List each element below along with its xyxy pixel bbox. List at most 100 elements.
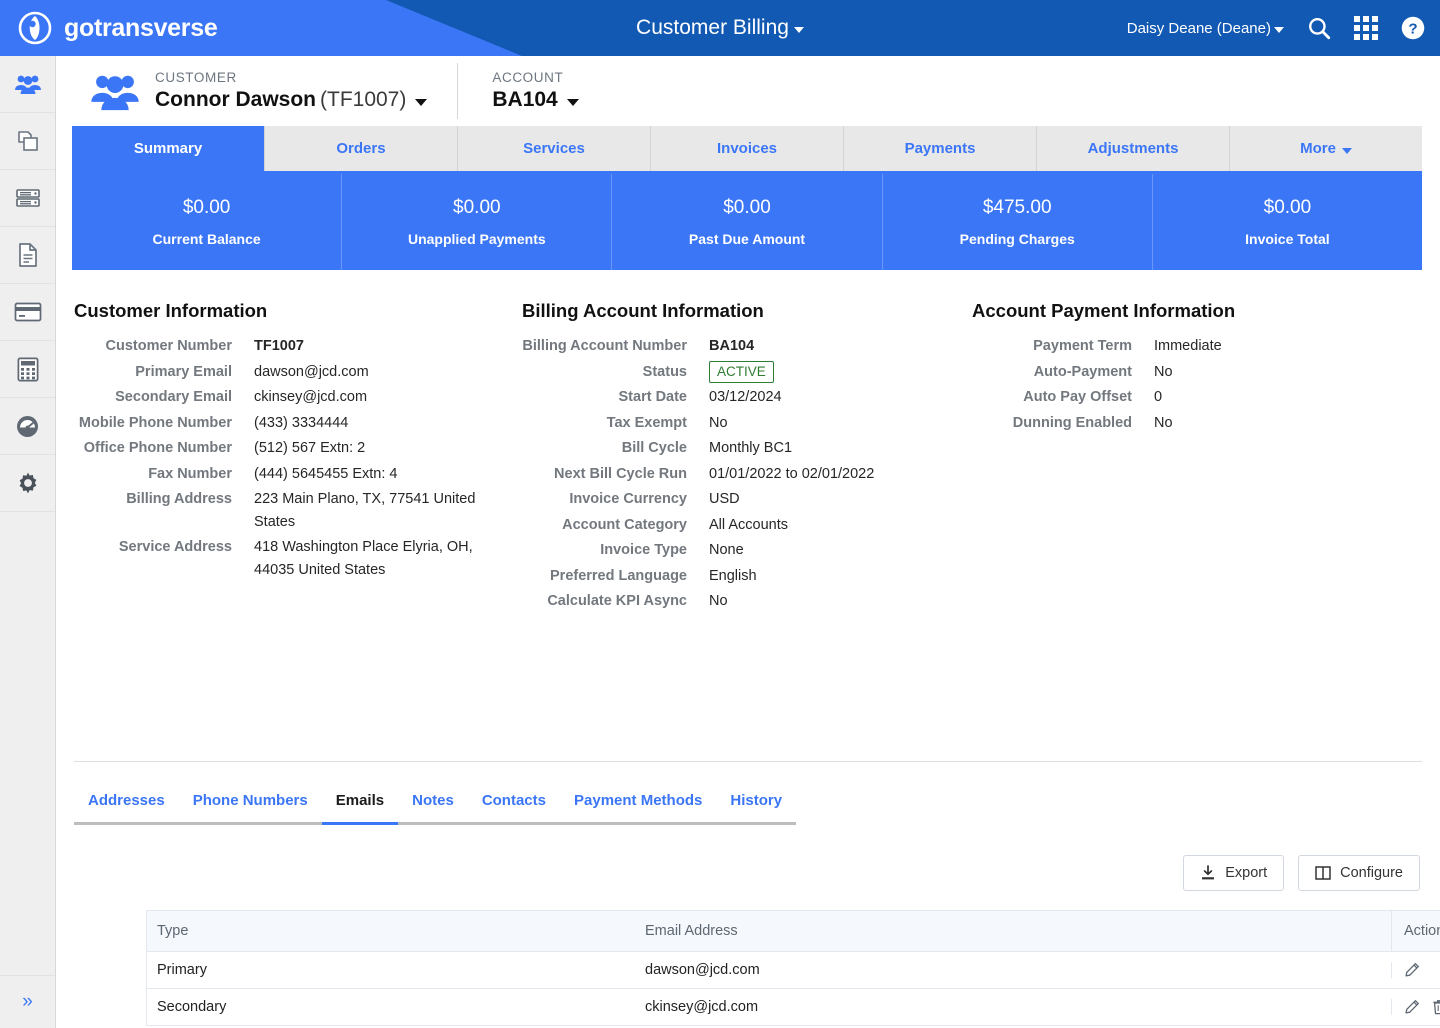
kpi-unapplied-payments: $0.00 Unapplied Payments <box>342 174 613 270</box>
cell-email: dawson@jcd.com <box>645 962 760 978</box>
app-title-text: Customer Billing <box>636 16 789 39</box>
server-stack-icon <box>15 189 40 207</box>
settings-gear-icon <box>19 472 36 494</box>
columns-icon <box>1315 866 1331 880</box>
info-value: 03/12/2024 <box>709 389 782 405</box>
info-row: Account Category All Accounts <box>522 514 972 537</box>
tab-invoices[interactable]: Invoices <box>651 126 844 171</box>
tab-payments[interactable]: Payments <box>844 126 1037 171</box>
circle-swoosh-logo <box>18 11 52 45</box>
tab-label: More <box>1300 140 1336 157</box>
search-icon[interactable] <box>1306 15 1332 41</box>
account-value-wrap[interactable]: BA104 <box>492 87 579 113</box>
customer-code: (TF1007) <box>320 88 407 111</box>
info-label: Billing Account Number <box>522 338 687 354</box>
info-row: Payment Term Immediate <box>972 335 1402 358</box>
info-value: ckinsey@jcd.com <box>254 389 368 405</box>
apps-grid-icon[interactable] <box>1354 16 1378 40</box>
subtab-payment-methods[interactable]: Payment Methods <box>560 782 717 825</box>
subtab-addresses[interactable]: Addresses <box>74 782 179 825</box>
sidebar-item-customers[interactable] <box>0 56 55 113</box>
configure-button[interactable]: Configure <box>1298 855 1420 891</box>
info-label: Auto-Payment <box>1033 363 1132 380</box>
info-label: Invoice Currency <box>569 491 687 507</box>
kpi-value: $0.00 <box>723 197 771 218</box>
user-menu[interactable]: Daisy Deane (Deane) <box>1127 20 1284 37</box>
cell-actions <box>1391 962 1440 978</box>
customers-icon <box>91 75 139 111</box>
info-value: (444) 5645455 Extn: 4 <box>254 465 398 482</box>
sidebar-item-documents[interactable] <box>0 113 55 170</box>
tab-adjustments[interactable]: Adjustments <box>1037 126 1230 171</box>
sidebar-expand-button[interactable]: » <box>0 975 55 1028</box>
info-row: Calculate KPI Async No <box>522 590 972 613</box>
top-header-bar: gotransverse Customer Billing Daisy Dean… <box>0 0 1440 56</box>
tab-label: Services <box>523 140 585 157</box>
edit-icon[interactable] <box>1404 962 1420 978</box>
delete-icon[interactable] <box>1432 999 1440 1015</box>
tab-services[interactable]: Services <box>458 126 651 171</box>
info-label: Secondary Email <box>115 389 232 405</box>
tab-label: Orders <box>336 140 386 157</box>
cell-type: Primary <box>157 962 207 978</box>
customer-value[interactable]: Connor Dawson (TF1007) <box>155 87 428 113</box>
sidebar-item-invoices[interactable] <box>0 227 55 284</box>
info-value: TF1007 <box>254 338 304 354</box>
kpi-value: $0.00 <box>1263 197 1312 218</box>
help-icon[interactable]: ? <box>1400 15 1426 41</box>
brand-logo-area[interactable]: gotransverse <box>18 0 218 56</box>
panel-title: Billing Account Information <box>522 300 764 321</box>
sidebar-item-payments[interactable] <box>0 284 55 341</box>
info-row: Primary Email dawson@jcd.com <box>74 361 522 384</box>
context-bar: CUSTOMER Connor Dawson (TF1007) ACCOUNT … <box>56 56 1440 126</box>
info-row: Bill Cycle Monthly BC1 <box>522 437 972 460</box>
sidebar-item-settings[interactable] <box>0 455 55 512</box>
info-row: Office Phone Number (512) 567 Extn: 2 <box>74 437 522 460</box>
panel-title: Account Payment Information <box>972 300 1236 321</box>
info-row: Dunning Enabled No <box>972 412 1402 435</box>
info-label: Fax Number <box>148 465 232 482</box>
chevron-down-icon <box>1341 147 1352 154</box>
subtab-phone-numbers[interactable]: Phone Numbers <box>178 782 322 825</box>
column-header-type: Type <box>157 923 189 939</box>
subtab-contacts[interactable]: Contacts <box>467 782 560 825</box>
export-label: Export <box>1225 865 1268 881</box>
subtab-label: Phone Numbers <box>192 792 308 809</box>
panel-title: Customer Information <box>74 300 268 321</box>
app-title-dropdown[interactable]: Customer Billing <box>636 16 804 40</box>
chevron-down-icon <box>415 98 428 106</box>
kpi-label: Unapplied Payments <box>407 231 546 247</box>
sidebar-item-calculator[interactable] <box>0 341 55 398</box>
subtab-label: History <box>730 792 783 809</box>
info-row: Auto-Payment No <box>972 361 1402 384</box>
subtab-label: Payment Methods <box>574 792 703 809</box>
tab-label: Summary <box>133 140 203 157</box>
customer-information-panel: Customer Information Customer Number TF1… <box>74 300 522 616</box>
tab-summary[interactable]: Summary <box>72 126 265 171</box>
info-label: Start Date <box>618 389 688 405</box>
customer-selector[interactable]: CUSTOMER Connor Dawson (TF1007) <box>155 69 428 113</box>
account-selector[interactable]: ACCOUNT BA104 <box>492 69 579 113</box>
info-row: Customer Number TF1007 <box>74 335 522 358</box>
subtab-notes[interactable]: Notes <box>398 782 468 825</box>
kpi-value: $475.00 <box>982 197 1052 218</box>
info-value: No <box>1154 363 1173 380</box>
export-button[interactable]: Export <box>1183 855 1285 891</box>
info-value: dawson@jcd.com <box>254 363 369 380</box>
subtab-emails[interactable]: Emails <box>321 782 399 825</box>
tab-more[interactable]: More <box>1230 126 1422 171</box>
edit-icon[interactable] <box>1404 999 1420 1015</box>
info-value: Monthly BC1 <box>709 440 793 456</box>
sidebar-item-dashboard[interactable] <box>0 398 55 455</box>
billing-account-information-panel: Billing Account Information Billing Acco… <box>522 300 972 616</box>
info-row: Tax Exempt No <box>522 412 972 435</box>
sidebar-item-servers[interactable] <box>0 170 55 227</box>
subtab-history[interactable]: History <box>716 782 797 825</box>
status-badge: ACTIVE <box>709 360 774 383</box>
kpi-current-balance: $0.00 Current Balance <box>72 174 343 270</box>
kpi-past-due-amount: $0.00 Past Due Amount <box>612 174 883 270</box>
emails-table: Type Email Address Actions Primary dawso… <box>146 910 1440 1026</box>
account-payment-information-panel: Account Payment Information Payment Term… <box>972 300 1402 616</box>
tab-orders[interactable]: Orders <box>265 126 458 171</box>
info-value: 01/01/2022 to 02/01/2022 <box>709 465 875 482</box>
